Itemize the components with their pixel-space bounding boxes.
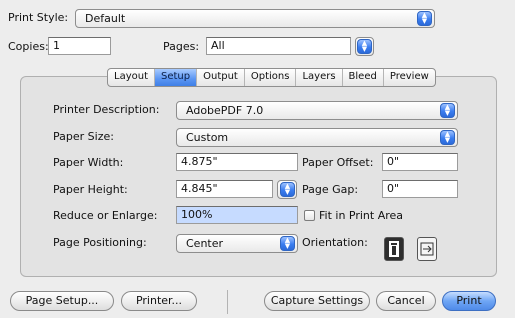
copies-field[interactable]: 1 — [48, 37, 111, 55]
printer-description-label: Printer Description: — [53, 103, 160, 116]
capture-settings-button[interactable]: Capture Settings — [264, 291, 370, 311]
print-style-popup[interactable]: Default ▲ ▼ — [75, 9, 435, 28]
popup-arrows-icon: ▲ ▼ — [440, 130, 455, 145]
pages-popup-button[interactable]: ▲ ▼ — [355, 37, 374, 56]
paper-size-popup[interactable]: Custom ▲ ▼ — [176, 128, 458, 147]
paper-offset-label: Paper Offset: — [302, 156, 374, 169]
orientation-portrait-icon[interactable] — [384, 237, 404, 261]
printer-description-popup[interactable]: AdobePDF 7.0 ▲ ▼ — [176, 101, 458, 120]
print-style-value: Default — [85, 12, 126, 25]
print-style-label: Print Style: — [8, 11, 69, 24]
printer-description-value: AdobePDF 7.0 — [186, 104, 264, 117]
tab-setup[interactable]: Setup — [154, 69, 197, 86]
button-divider — [227, 290, 228, 314]
paper-width-label: Paper Width: — [53, 156, 124, 169]
copies-label: Copies: — [8, 40, 49, 53]
tab-bar: Layout Setup Output Options Layers Bleed… — [107, 68, 436, 87]
tab-options[interactable]: Options — [243, 69, 296, 86]
print-button[interactable]: Print — [442, 291, 496, 311]
page-positioning-value: Center — [186, 237, 224, 250]
fit-in-print-area-checkbox[interactable] — [304, 210, 315, 221]
popup-arrows-icon: ▲ ▼ — [280, 236, 295, 251]
page-setup-button[interactable]: Page Setup... — [10, 291, 114, 311]
tab-bleed[interactable]: Bleed — [341, 69, 383, 86]
popup-arrows-icon: ▲ ▼ — [417, 11, 432, 26]
orientation-label: Orientation: — [302, 236, 368, 249]
page-positioning-popup[interactable]: Center ▲ ▼ — [176, 234, 298, 253]
reduce-enlarge-field[interactable]: 100% — [176, 206, 298, 224]
page-positioning-label: Page Positioning: — [53, 236, 147, 249]
paper-height-field[interactable]: 4.845" — [176, 180, 273, 198]
reduce-enlarge-label: Reduce or Enlarge: — [53, 209, 158, 222]
paper-offset-field[interactable]: 0" — [382, 153, 458, 171]
paper-size-label: Paper Size: — [53, 130, 114, 143]
tab-preview[interactable]: Preview — [382, 69, 435, 86]
paper-width-field[interactable]: 4.875" — [176, 153, 298, 171]
pages-field[interactable]: All — [206, 37, 351, 55]
pages-label: Pages: — [163, 40, 200, 53]
page-gap-field[interactable]: 0" — [382, 180, 458, 198]
popup-arrows-icon: ▲ ▼ — [357, 39, 372, 54]
orientation-landscape-icon[interactable] — [417, 237, 437, 261]
printer-button[interactable]: Printer... — [121, 291, 197, 311]
fit-in-print-area-label: Fit in Print Area — [319, 209, 404, 222]
paper-size-value: Custom — [186, 131, 229, 144]
paper-height-stepper[interactable]: ▲ ▼ — [277, 180, 297, 199]
tab-layers[interactable]: Layers — [295, 69, 341, 86]
tab-output[interactable]: Output — [196, 69, 244, 86]
stepper-arrows-icon: ▲ ▼ — [280, 182, 295, 197]
paper-height-label: Paper Height: — [53, 183, 128, 196]
cancel-button[interactable]: Cancel — [376, 291, 436, 311]
page-gap-label: Page Gap: — [302, 183, 359, 196]
tab-layout[interactable]: Layout — [108, 69, 154, 86]
popup-arrows-icon: ▲ ▼ — [440, 103, 455, 118]
